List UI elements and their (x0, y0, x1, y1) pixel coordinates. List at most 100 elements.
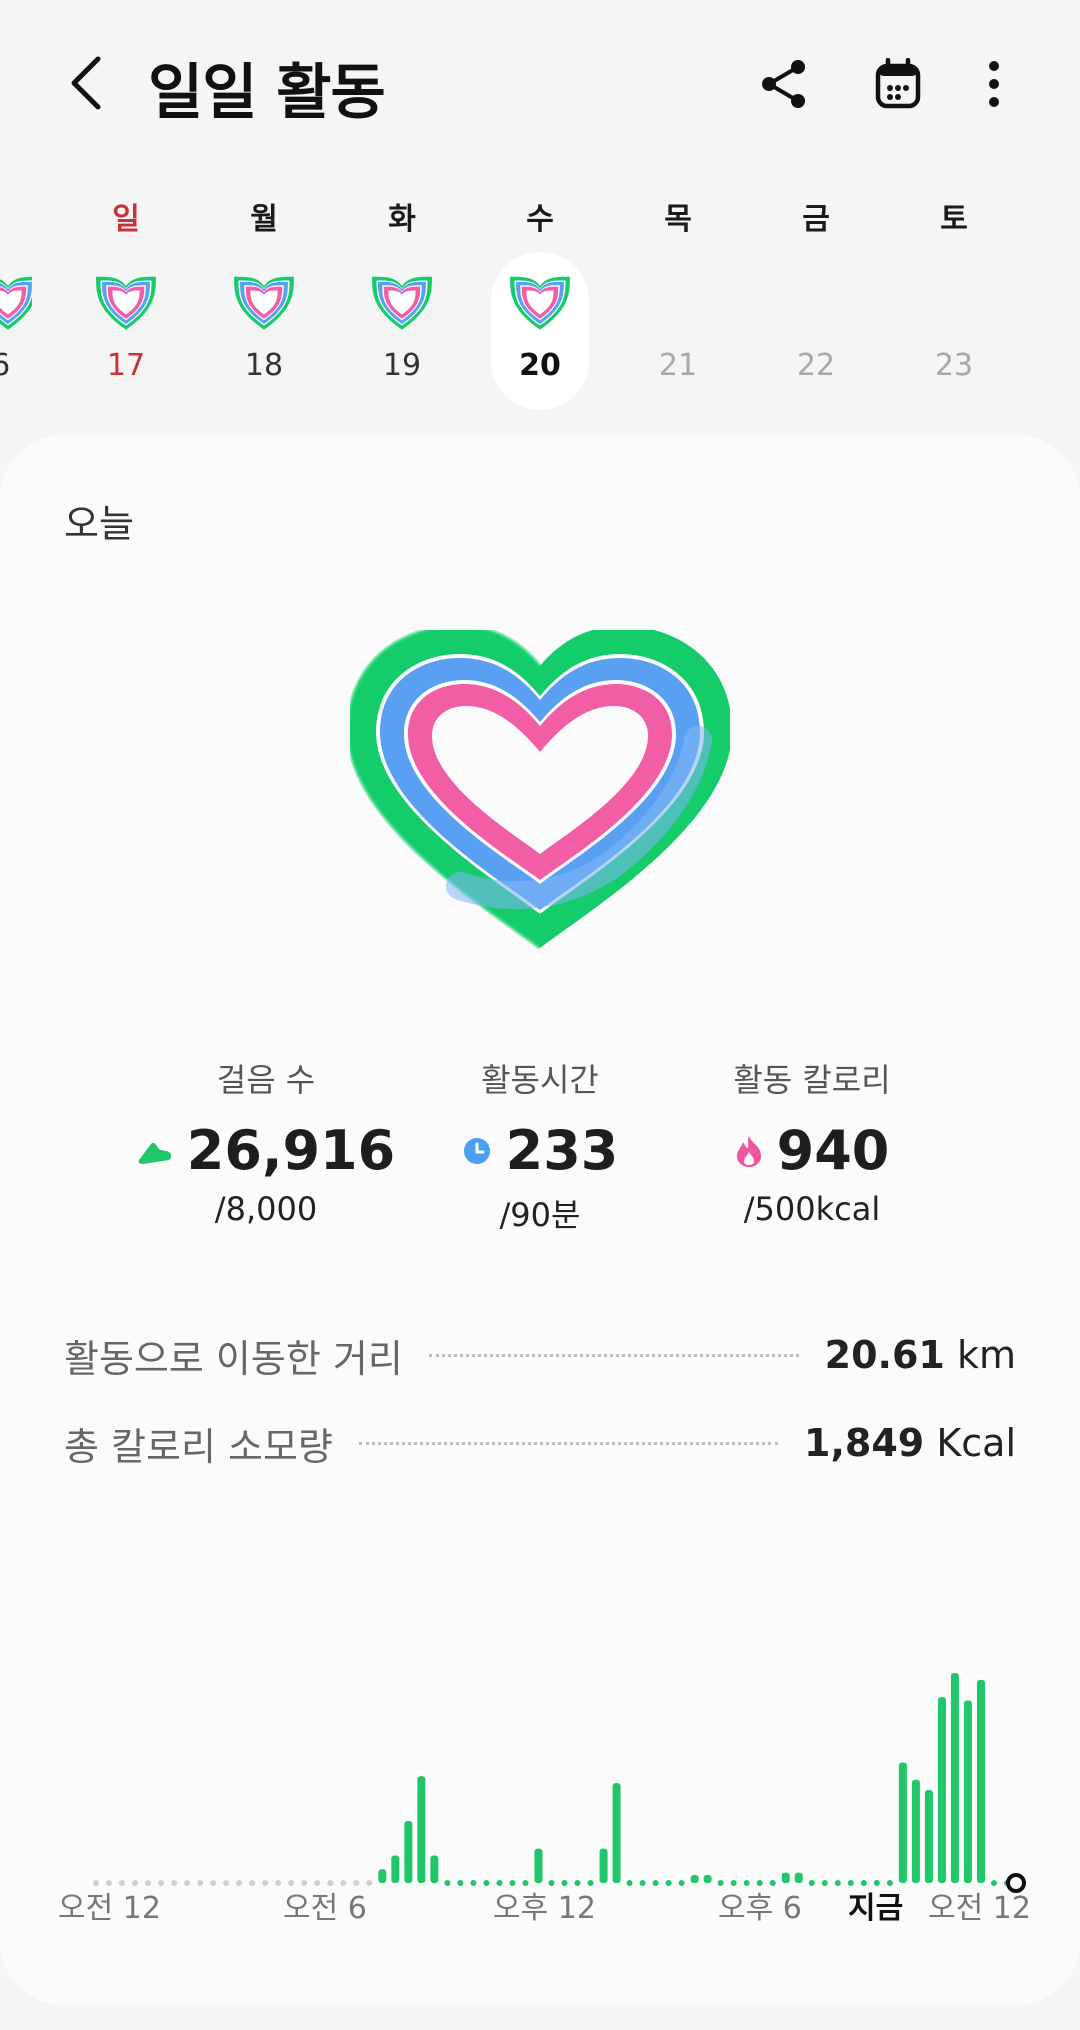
share-button[interactable] (752, 52, 816, 116)
day-18[interactable]: 18 (215, 252, 313, 410)
day-19[interactable]: 19 (353, 252, 451, 410)
activity-heart-icon (0, 276, 32, 330)
chart-bar (898, 1762, 907, 1883)
back-button[interactable] (56, 48, 116, 118)
day-20-selected[interactable]: 20 (491, 252, 589, 410)
day-number: 18 (244, 348, 284, 383)
chart-bar (534, 1848, 543, 1883)
distance-label: 활동으로 이동한 거리 (64, 1336, 403, 1381)
page-title: 일일 활동 (148, 58, 386, 128)
chart-baseline-dot (678, 1880, 685, 1886)
day-21[interactable]: 21 (629, 252, 727, 410)
chart-baseline-dot (444, 1880, 451, 1886)
dow-mon: 월 (250, 202, 278, 237)
chart-baseline-dot (470, 1880, 477, 1886)
chart-baseline-dot (821, 1880, 828, 1886)
more-vertical-icon (989, 61, 999, 107)
steps-label: 걸음 수 (216, 1061, 316, 1099)
active-time-label: 활동시간 (481, 1061, 599, 1099)
chart-baseline-dot (366, 1880, 373, 1886)
share-icon (762, 60, 805, 108)
steps-goal: /8,000 (214, 1190, 318, 1228)
day-number: 17 (106, 348, 146, 383)
activity-heart-icon (234, 276, 294, 330)
activity-heart-icon (510, 276, 570, 330)
chart-bar (963, 1700, 972, 1883)
day-17[interactable]: 17 (77, 252, 175, 410)
day-number: 22 (796, 348, 836, 383)
chart-baseline-dot (457, 1880, 464, 1886)
chart-bar (911, 1779, 920, 1883)
app-header: 일일 활동 (0, 0, 1080, 170)
day-number: 16 (0, 348, 10, 383)
day-number: 23 (934, 348, 974, 383)
dow-fri: 금 (802, 202, 830, 237)
day-number: 20 (519, 348, 561, 383)
day-prev-partial[interactable]: 16 (0, 252, 32, 410)
total-calories-label: 총 칼로리 소모량 (64, 1424, 333, 1469)
chart-bar (612, 1783, 621, 1883)
active-time-stat[interactable]: 활동시간 233 /90분 (410, 1055, 670, 1236)
chart-bar (417, 1776, 426, 1883)
distance-row: 활동으로 이동한 거리 20.61 km (64, 1330, 1016, 1381)
chart-bar (937, 1697, 946, 1883)
x-axis-label: 오후 6 (718, 1891, 802, 1926)
chart-baseline-dot (275, 1880, 282, 1886)
activity-heart-icon (96, 276, 156, 330)
chart-baseline-dot (665, 1880, 672, 1886)
chart-bar (391, 1855, 400, 1883)
chart-baseline-dot (808, 1880, 815, 1886)
active-time-goal: /90분 (499, 1196, 581, 1234)
chart-baseline-dot (223, 1880, 230, 1886)
flame-icon (736, 1135, 761, 1167)
week-selector: 일 월 화 수 목 금 토 16 17 18 19 20 21 22 23 (0, 180, 1080, 420)
chevron-left-icon (71, 56, 101, 110)
chart-baseline-dot (197, 1880, 204, 1886)
shoe-icon (138, 1142, 172, 1164)
steps-value: 26,916 (186, 1119, 396, 1182)
x-axis-label: 오전 12 (928, 1891, 1031, 1926)
chart-bar (430, 1855, 439, 1883)
calories-label: 활동 칼로리 (733, 1061, 891, 1099)
distance-value: 20.61 km (824, 1333, 1016, 1377)
daily-activity-card: 오늘 걸음 수 26,916 /8,000 활동시간 233 /90분 활동 칼… (0, 435, 1080, 2005)
more-options-button[interactable] (962, 52, 1026, 116)
chart-baseline-dot (652, 1880, 659, 1886)
steps-stat[interactable]: 걸음 수 26,916 /8,000 (136, 1055, 396, 1228)
dow-tue: 화 (388, 202, 416, 237)
chart-bar (599, 1848, 608, 1883)
chart-bar (690, 1875, 699, 1883)
total-calories-row: 총 칼로리 소모량 1,849 Kcal (64, 1418, 1016, 1469)
chart-baseline-dot (834, 1880, 841, 1886)
dow-sun: 일 (112, 202, 140, 237)
x-axis-label: 오후 12 (493, 1891, 596, 1926)
chart-bar (794, 1872, 803, 1883)
chart-bar (378, 1869, 387, 1883)
chart-baseline-dot (236, 1880, 243, 1886)
chart-bar (404, 1821, 413, 1883)
x-axis-label: 오전 6 (283, 1891, 367, 1926)
total-calories-value: 1,849 Kcal (804, 1421, 1016, 1465)
chart-baseline-dot (626, 1880, 633, 1886)
calories-stat[interactable]: 활동 칼로리 940 /500kcal (682, 1055, 942, 1228)
day-22[interactable]: 22 (767, 252, 865, 410)
calendar-icon (875, 58, 921, 109)
chart-baseline-dot (483, 1880, 490, 1886)
day-23[interactable]: 23 (905, 252, 1003, 410)
dow-sat: 토 (940, 202, 968, 237)
chart-bar (781, 1872, 790, 1883)
calories-goal: /500kcal (743, 1190, 881, 1228)
x-axis-label: 오전 12 (58, 1891, 161, 1926)
active-time-value: 233 (505, 1119, 619, 1182)
x-axis-label-now: 지금 (848, 1891, 904, 1926)
chart-baseline-dot (249, 1880, 256, 1886)
activity-rings-heart (350, 630, 730, 950)
calories-value: 940 (776, 1119, 890, 1182)
chart-baseline-dot (171, 1880, 178, 1886)
dow-wed: 수 (526, 202, 554, 237)
chart-baseline-dot (639, 1880, 646, 1886)
activity-heart-icon (372, 276, 432, 330)
calendar-button[interactable] (866, 52, 930, 116)
chart-bar (703, 1875, 712, 1883)
dow-thu: 목 (664, 202, 692, 237)
